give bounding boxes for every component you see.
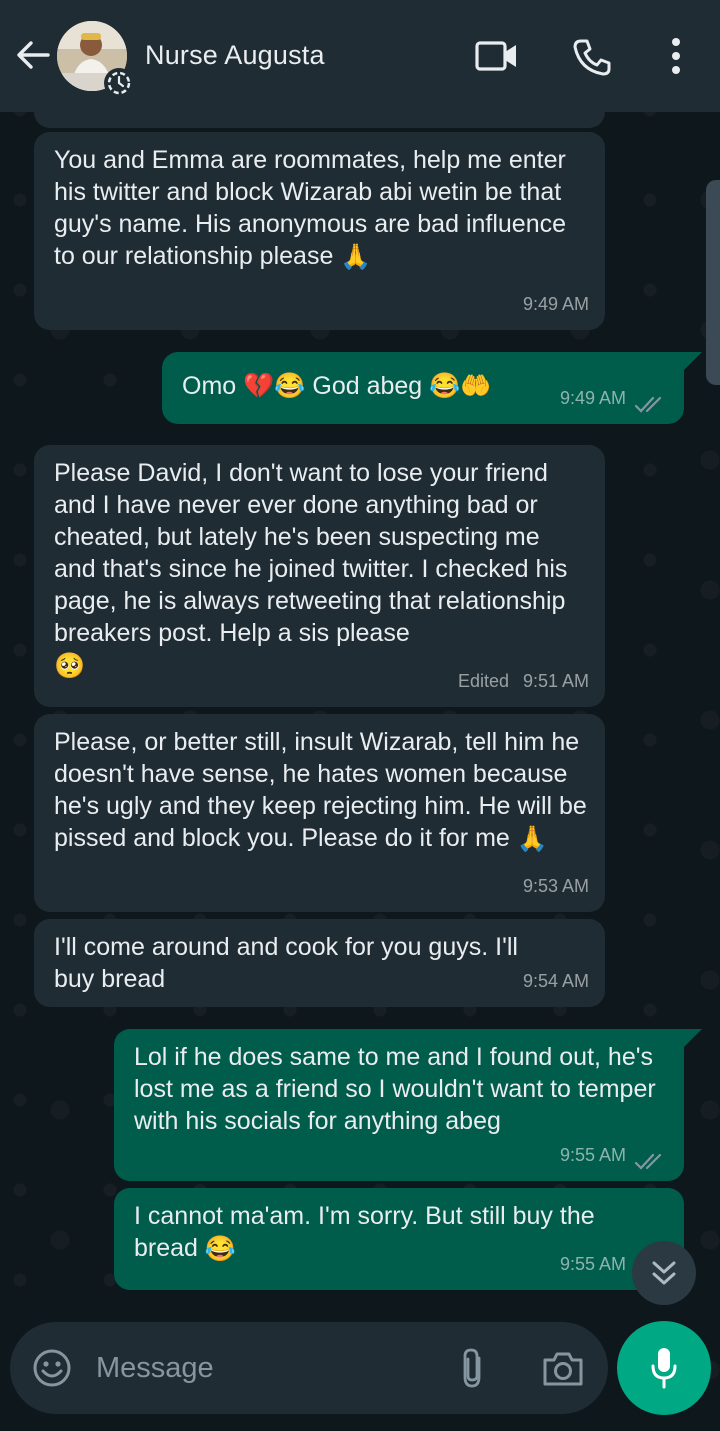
message-time: 9:51 AM [522,671,589,691]
message-body: You and Emma are roommates, help me ente… [54,146,567,270]
message-text: I'll come around and cook for you guys. … [54,933,518,993]
more-options-icon[interactable] [664,36,688,76]
read-receipt-icon [634,1153,662,1170]
outgoing-message[interactable]: Lol if he does same to me and I found ou… [114,1029,684,1181]
message-text: Please, or better still, insult Wizarab,… [54,726,587,855]
emoji: 🥺 [54,652,86,681]
message-composer: Message [10,1322,608,1414]
chat-header: Nurse Augusta [0,0,720,112]
outgoing-message[interactable]: I cannot ma'am. I'm sorry. But still buy… [114,1188,684,1290]
emoji: 🙏 [516,825,548,854]
video-call-icon[interactable] [474,38,520,74]
message-body: Please David, I don't want to lose your … [54,459,568,647]
message-text: Please David, I don't want to lose your … [54,457,587,682]
message-text: You and Emma are roommates, help me ente… [54,144,587,273]
emoji-icon[interactable] [32,1348,72,1388]
message-body: God abeg [312,372,423,400]
emoji: 😂 [274,372,306,400]
message-body: Omo [182,372,237,400]
bubble-tail [684,1029,702,1047]
back-arrow-icon[interactable] [14,36,52,74]
emoji: 💔 [243,372,275,400]
message-body: Please, or better still, insult Wizarab,… [54,728,587,852]
emoji: 😂 [204,1235,237,1264]
bubble-tail [684,352,702,370]
contact-name[interactable]: Nurse Augusta [145,40,325,71]
status-icon [107,71,131,95]
scroll-to-bottom-button[interactable] [632,1241,696,1305]
double-chevron-down-icon [652,1261,676,1285]
message-body: I cannot ma'am. I'm sorry. But still buy… [134,1202,595,1262]
message-input[interactable]: Message [96,1352,214,1385]
message-text: I cannot ma'am. I'm sorry. But still buy… [134,1200,614,1265]
voice-message-button[interactable] [617,1321,711,1415]
message-text: Lol if he does same to me and I found ou… [134,1043,656,1135]
emoji: 🤲 [460,372,492,400]
voice-call-icon[interactable] [572,37,612,77]
status-indicator [104,68,134,98]
camera-icon[interactable] [541,1348,585,1388]
read-receipt-icon [634,396,662,413]
incoming-message[interactable]: Please David, I don't want to lose your … [34,445,605,707]
incoming-message[interactable]: Please, or better still, insult Wizarab,… [34,714,605,912]
attach-icon[interactable] [453,1346,493,1390]
message-time: 9:49 AM [559,388,626,408]
message-time: 9:53 AM [522,876,589,896]
message-time: 9:55 AM [559,1145,626,1165]
message-time: 9:55 AM [559,1254,626,1274]
emoji: 🙏 [340,243,372,272]
emoji: 😂 [429,372,461,400]
message-time: 9:54 AM [522,971,589,991]
edited-label: Edited [457,671,509,691]
message-time: 9:49 AM [522,294,589,314]
incoming-message[interactable]: I'll come around and cook for you guys. … [34,919,605,1007]
incoming-message[interactable]: You and Emma are roommates, help me ente… [34,132,605,330]
outgoing-message[interactable]: Omo 💔😂 God abeg 😂🤲 9:49 AM [162,352,684,424]
scrollbar[interactable] [706,180,720,385]
mic-icon [651,1348,677,1389]
